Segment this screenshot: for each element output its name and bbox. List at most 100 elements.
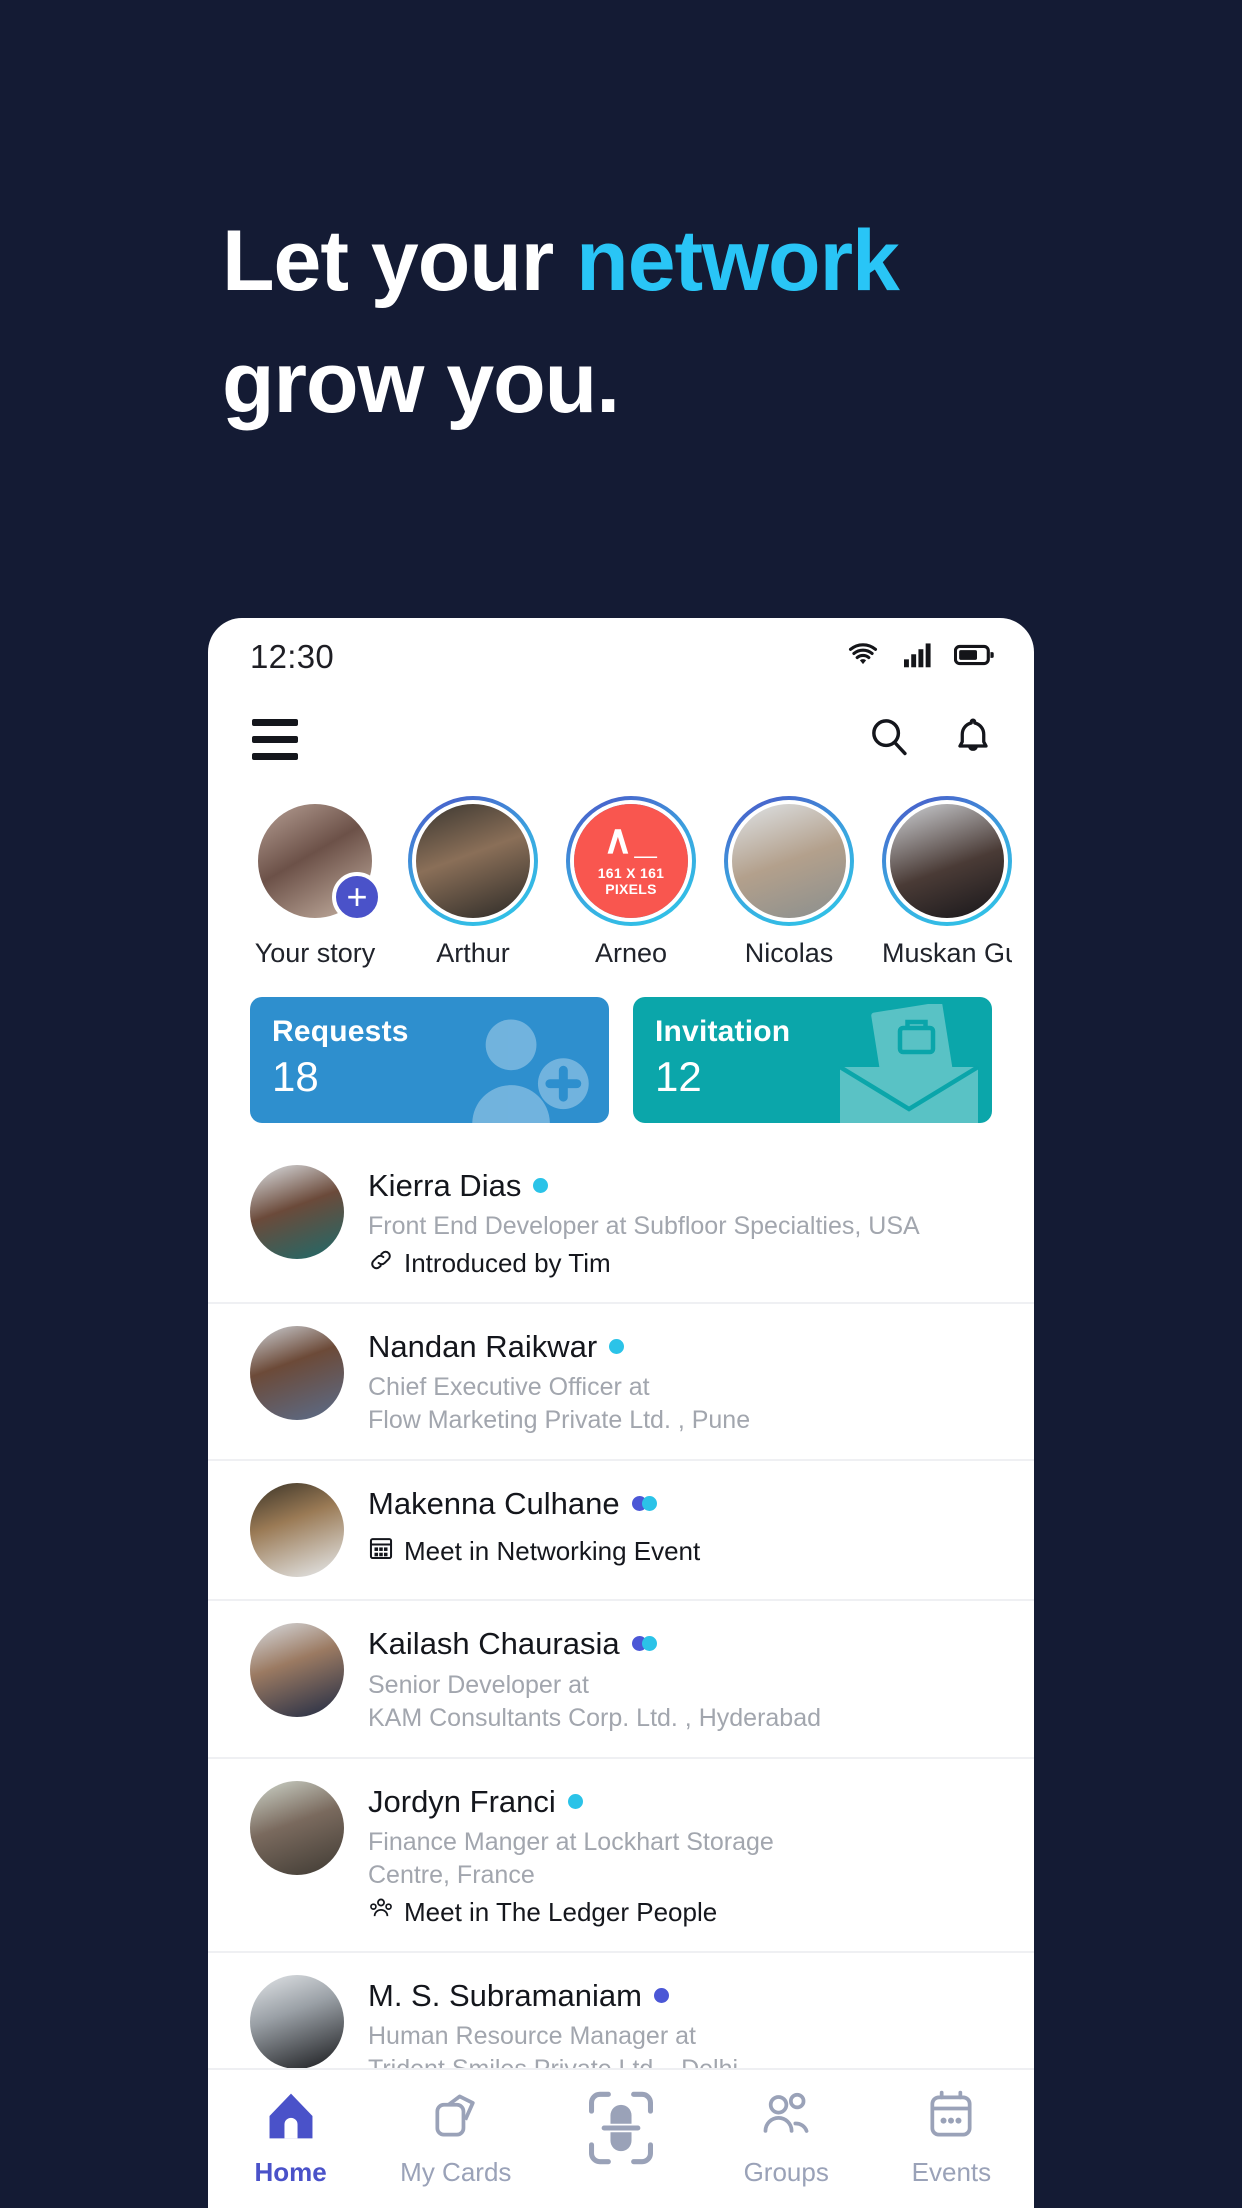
envelope-briefcase-icon — [834, 1002, 984, 1123]
app-header — [208, 696, 1034, 782]
story-item[interactable]: Arthur — [408, 796, 538, 969]
status-badge — [631, 1636, 657, 1652]
story-ring — [882, 796, 1012, 926]
requests-card[interactable]: Requests 18 — [250, 997, 609, 1123]
contact-name-wrap: Makenna Culhane — [368, 1485, 994, 1522]
contact-meta: Introduced by Tim — [368, 1247, 994, 1280]
nav-item-scan[interactable] — [538, 2088, 703, 2181]
status-badge — [631, 1496, 657, 1512]
status-badge — [653, 1987, 669, 2003]
story-item[interactable]: ∧_ 161 X 161 PIXELS Arneo — [566, 796, 696, 969]
contact-name-wrap: Kierra Dias — [368, 1167, 994, 1204]
contact-details: Makenna Culhane Meet in Networking Event — [368, 1483, 994, 1567]
contact-row[interactable]: Jordyn Franci Finance Manger at Lockhart… — [208, 1759, 1034, 1953]
link-icon — [368, 1247, 394, 1280]
person-add-icon — [451, 1012, 601, 1123]
bell-icon[interactable] — [950, 714, 996, 765]
story-avatar — [728, 800, 850, 922]
calendar-icon — [368, 1535, 394, 1568]
scan-icon — [585, 2088, 657, 2173]
contact-row[interactable]: Nandan Raikwar Chief Executive Officer a… — [208, 1304, 1034, 1462]
contact-name: Jordyn Franci — [368, 1783, 556, 1819]
contact-meta-label: Meet in The Ledger People — [404, 1896, 718, 1927]
contact-details: Jordyn Franci Finance Manger at Lockhart… — [368, 1781, 994, 1929]
avatar — [250, 1623, 344, 1718]
placeholder-glyph: ∧_ — [603, 818, 659, 862]
contact-meta: Meet in The Ledger People — [368, 1896, 994, 1929]
contact-row[interactable]: Kailash Chaurasia Senior Developer at KA… — [208, 1601, 1034, 1759]
contact-subtitle: Senior Developer at KAM Consultants Corp… — [368, 1670, 822, 1732]
story-item[interactable]: + Your story — [250, 796, 382, 969]
story-ring — [724, 796, 854, 926]
nav-item-my-cards[interactable]: My Cards — [373, 2088, 538, 2188]
contact-meta: Meet in Networking Event — [368, 1535, 994, 1568]
stat-card-row: Requests 18 Invitation 12 — [208, 979, 1034, 1143]
contact-details: Nandan Raikwar Chief Executive Officer a… — [368, 1326, 994, 1437]
placeholder-dimensions: 161 X 161 PIXELS — [597, 865, 665, 897]
battery-icon — [953, 643, 994, 672]
contact-name-wrap: Kailash Chaurasia — [368, 1625, 994, 1662]
contact-name: Kierra Dias — [368, 1168, 522, 1203]
app-header-actions — [866, 714, 996, 765]
stories-row[interactable]: + Your story Arthur ∧_ 161 X 161 PIXELS … — [208, 782, 1034, 979]
story-item[interactable]: Nicolas — [724, 796, 854, 969]
contact-name-wrap: Nandan Raikwar — [368, 1328, 994, 1365]
status-badge — [609, 1339, 625, 1355]
promo-headline: Let your network grow you. — [222, 200, 1062, 444]
nav-item-home[interactable]: Home — [208, 2088, 373, 2188]
invitation-card[interactable]: Invitation 12 — [633, 997, 992, 1123]
promo-line2: grow you. — [222, 335, 620, 432]
story-item[interactable]: Muskan Gupta — [882, 796, 1012, 969]
story-label: Muskan Gupta — [882, 938, 1012, 968]
avatar — [250, 1165, 344, 1259]
status-icon-group — [846, 642, 994, 673]
avatar — [250, 1780, 344, 1875]
story-label: Arthur — [436, 938, 510, 968]
nav-item-groups[interactable]: Groups — [704, 2088, 869, 2188]
avatar — [250, 1483, 344, 1578]
contact-name: Kailash Chaurasia — [368, 1626, 620, 1662]
group-people-icon — [368, 1896, 394, 1929]
status-badge — [533, 1178, 549, 1194]
contact-details: Kailash Chaurasia Senior Developer at KA… — [368, 1623, 994, 1734]
image-placeholder: ∧_ 161 X 161 PIXELS — [574, 804, 688, 918]
add-story-icon[interactable]: + — [332, 872, 382, 922]
signal-icon — [902, 642, 932, 673]
story-label: Your story — [254, 938, 376, 968]
contact-details: M. S. Subramaniam Human Resource Manager… — [368, 1975, 994, 2068]
wifi-icon — [846, 642, 880, 673]
story-avatar — [412, 800, 534, 922]
contact-name: Nandan Raikwar — [368, 1329, 598, 1365]
nav-label: My Cards — [400, 2157, 512, 2187]
status-bar: 12:30 — [208, 618, 1034, 696]
groups-icon — [757, 2088, 815, 2149]
contact-row[interactable]: M. S. Subramaniam Human Resource Manager… — [208, 1953, 1034, 2068]
contact-meta-label: Introduced by Tim — [404, 1248, 611, 1279]
contact-details: Kierra Dias Front End Developer at Subfl… — [368, 1165, 994, 1280]
promo-line1-accent: network — [576, 213, 900, 309]
status-time: 12:30 — [250, 638, 335, 675]
story-label: Nicolas — [744, 938, 834, 968]
avatar — [250, 1974, 344, 2068]
cards-icon — [427, 2088, 485, 2149]
contact-subtitle: Finance Manger at Lockhart Storage Centr… — [368, 1827, 774, 1889]
hamburger-menu-icon[interactable] — [252, 718, 298, 760]
contact-name-wrap: M. S. Subramaniam — [368, 1977, 994, 2014]
phone-mockup: 12:30 + Your story Arthur ∧_ 161 X 161 P… — [208, 618, 1034, 2208]
search-icon[interactable] — [866, 714, 912, 765]
contact-row[interactable]: Kierra Dias Front End Developer at Subfl… — [208, 1143, 1034, 1305]
bottom-navigation: Home My Cards Groups Events — [208, 2068, 1034, 2208]
contact-subtitle: Front End Developer at Subfloor Specialt… — [368, 1212, 920, 1241]
story-label: Arneo — [594, 938, 668, 968]
nav-label: Groups — [743, 2157, 829, 2187]
nav-label: Events — [911, 2157, 992, 2187]
nav-label: Home — [254, 2157, 327, 2187]
contact-row[interactable]: Makenna Culhane Meet in Networking Event — [208, 1461, 1034, 1602]
contact-subtitle: Chief Executive Officer at Flow Marketin… — [368, 1373, 751, 1435]
story-avatar — [886, 800, 1008, 922]
contact-list[interactable]: Kierra Dias Front End Developer at Subfl… — [208, 1143, 1034, 2068]
story-avatar: ∧_ 161 X 161 PIXELS — [570, 800, 692, 922]
status-badge — [567, 1793, 583, 1809]
nav-item-events[interactable]: Events — [869, 2088, 1034, 2188]
contact-name-wrap: Jordyn Franci — [368, 1783, 994, 1820]
